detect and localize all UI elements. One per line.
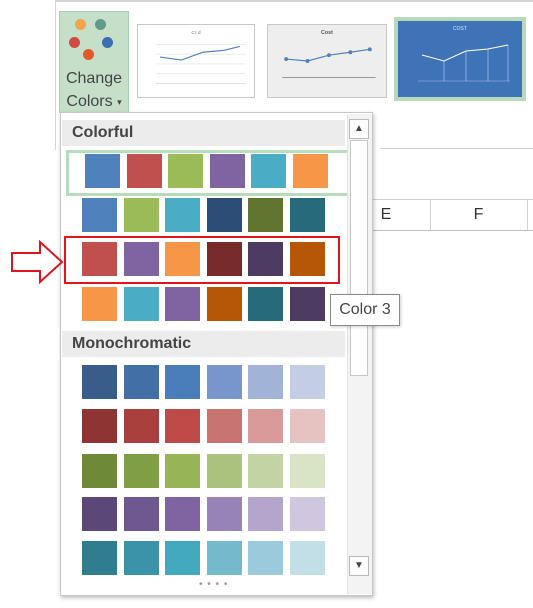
color-swatch xyxy=(165,497,200,531)
tooltip: Color 3 xyxy=(330,294,400,326)
color-row-colorful-2[interactable] xyxy=(66,194,345,234)
color-swatch xyxy=(210,154,245,188)
color-swatch xyxy=(290,287,325,321)
chart-thumbnail-image: Cr d xyxy=(156,30,246,84)
palette-icon-dot xyxy=(69,37,80,48)
color-swatch xyxy=(127,154,162,188)
color-swatch xyxy=(207,454,242,488)
color-swatch xyxy=(82,497,117,531)
color-swatch xyxy=(290,541,325,575)
color-swatch xyxy=(85,154,120,188)
color-swatch xyxy=(124,409,159,443)
color-swatch xyxy=(293,154,328,188)
chevron-down-icon: ▾ xyxy=(117,97,122,107)
chart-style-thumbnail-3-selected[interactable]: COST xyxy=(394,17,526,101)
color-swatch xyxy=(290,365,325,399)
color-swatch xyxy=(124,454,159,488)
color-swatch xyxy=(207,287,242,321)
color-swatch xyxy=(124,287,159,321)
color-swatch xyxy=(248,198,283,232)
section-header-monochromatic: Monochromatic xyxy=(62,331,345,357)
color-swatch xyxy=(248,497,283,531)
color-swatch xyxy=(165,198,200,232)
color-row-monochromatic-1[interactable] xyxy=(66,361,345,401)
thumbnail-title: Cost xyxy=(321,30,333,36)
scroll-down-button[interactable]: ▼ xyxy=(349,556,369,576)
color-swatch xyxy=(82,287,117,321)
sheet-gridline xyxy=(372,230,533,231)
chart-style-thumbnail-1[interactable]: Cr d xyxy=(137,24,255,98)
change-colors-button[interactable]: Change Colors ▾ xyxy=(59,11,129,113)
color-swatch xyxy=(124,365,159,399)
color-swatch xyxy=(290,454,325,488)
color-swatch xyxy=(248,541,283,575)
color-row-colorful-4[interactable] xyxy=(66,283,345,323)
color-swatch xyxy=(207,409,242,443)
color-swatch xyxy=(82,541,117,575)
color-swatch xyxy=(124,541,159,575)
color-swatch xyxy=(82,454,117,488)
thumbnail-title: Cr d xyxy=(191,30,200,36)
resize-grip[interactable]: • • • • xyxy=(199,579,228,590)
change-colors-label-2: Colors ▾ xyxy=(66,93,122,111)
color-row-colorful-1[interactable] xyxy=(66,150,351,196)
color-swatch xyxy=(290,409,325,443)
annotation-arrow-icon xyxy=(11,240,64,284)
color-swatch xyxy=(165,409,200,443)
ribbon-border xyxy=(55,0,533,2)
color-swatch xyxy=(124,198,159,232)
palette-icon-dot xyxy=(102,37,113,48)
color-swatch xyxy=(248,409,283,443)
ribbon-border-left xyxy=(55,0,56,150)
column-header-f[interactable]: F xyxy=(430,202,527,228)
section-header-colorful: Colorful xyxy=(62,120,345,146)
color-gallery-dropdown: Colorful Monochromatic ▲ ▼ • • • • xyxy=(60,112,373,596)
scroll-thumb[interactable] xyxy=(350,140,368,376)
color-swatch xyxy=(248,287,283,321)
color-swatch xyxy=(82,198,117,232)
color-swatch xyxy=(124,497,159,531)
color-swatch xyxy=(165,454,200,488)
color-swatch xyxy=(207,541,242,575)
color-swatch xyxy=(82,365,117,399)
color-row-monochromatic-3[interactable] xyxy=(66,450,345,490)
chart-style-thumbnail-2[interactable]: Cost xyxy=(267,24,387,98)
annotation-highlight-box xyxy=(64,236,340,284)
chart-thumbnail-image: COST xyxy=(398,21,522,97)
scroll-up-button[interactable]: ▲ xyxy=(349,119,369,139)
chart-thumbnail-image: Cost xyxy=(268,25,386,97)
color-row-monochromatic-2[interactable] xyxy=(66,405,345,445)
thumbnail-title: COST xyxy=(453,26,467,32)
palette-icon-dot xyxy=(75,19,86,30)
color-row-monochromatic-4[interactable] xyxy=(66,493,345,533)
palette-icon-dot xyxy=(95,19,106,30)
color-swatch xyxy=(207,365,242,399)
color-swatch xyxy=(207,198,242,232)
color-row-monochromatic-5[interactable] xyxy=(66,537,345,577)
palette-icon-dot xyxy=(83,49,94,60)
color-swatch xyxy=(165,365,200,399)
color-swatch xyxy=(290,198,325,232)
change-colors-label: Change xyxy=(65,70,123,87)
color-swatch xyxy=(168,154,203,188)
color-swatch xyxy=(248,365,283,399)
sheet-gridline xyxy=(372,199,533,200)
color-swatch xyxy=(165,287,200,321)
column-header-e[interactable]: E xyxy=(372,202,400,228)
color-swatch xyxy=(207,497,242,531)
sheet-gridline xyxy=(527,199,528,230)
sheet-gridline xyxy=(380,148,533,149)
color-swatch xyxy=(165,541,200,575)
color-swatch xyxy=(251,154,286,188)
color-swatch xyxy=(82,409,117,443)
color-swatch xyxy=(248,454,283,488)
color-swatch xyxy=(290,497,325,531)
